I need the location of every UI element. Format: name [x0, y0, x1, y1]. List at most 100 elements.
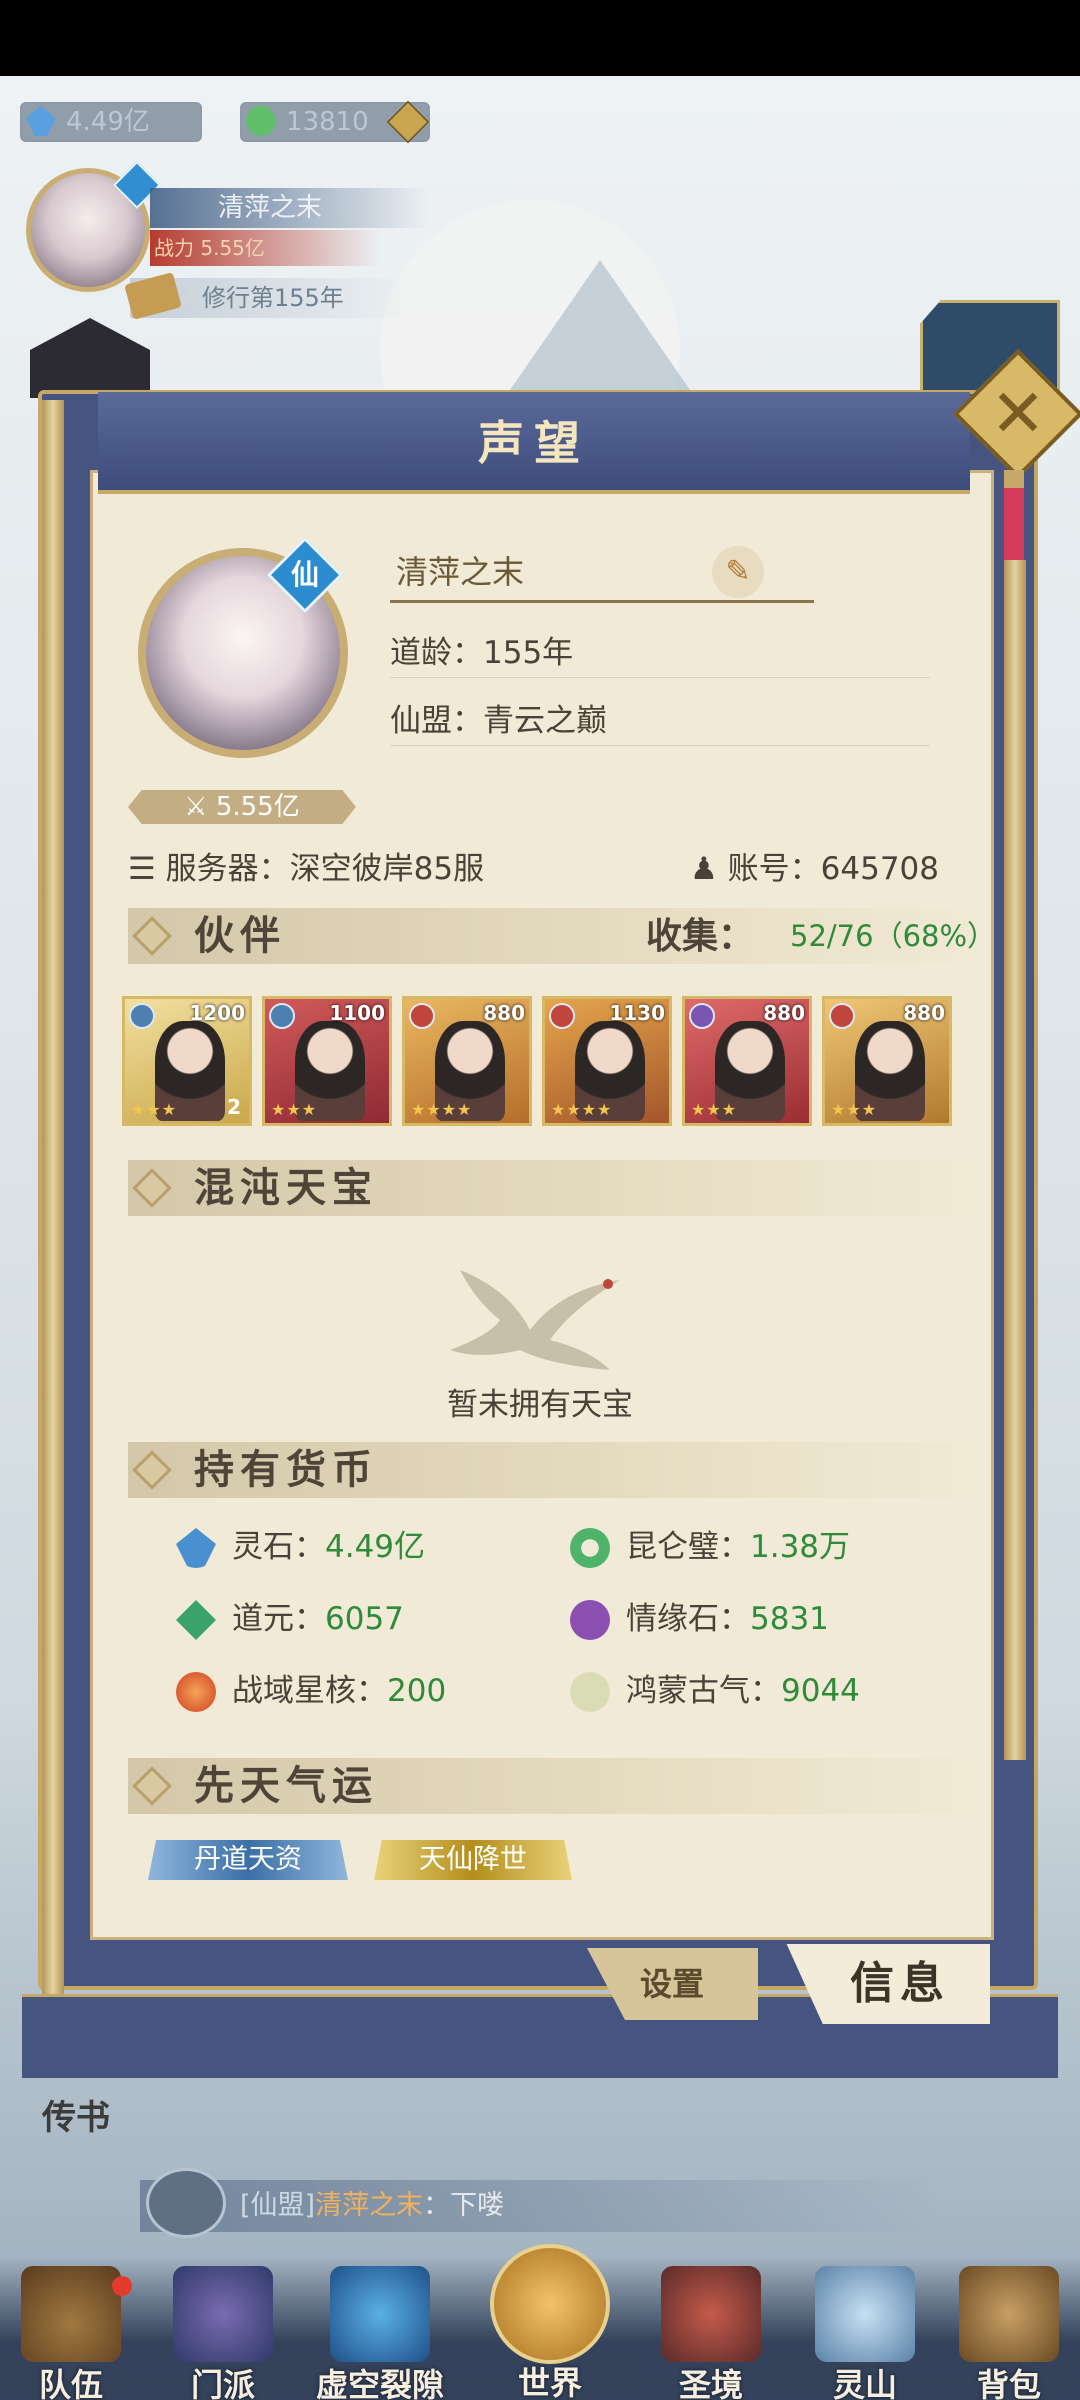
team-icon [21, 2266, 121, 2362]
account-text: 账号：645708 [727, 851, 939, 887]
scroll-rod-right [1004, 560, 1026, 1760]
currency-value: 6057 [325, 1601, 404, 1637]
profile-name: 清萍之末 [396, 553, 525, 591]
partner-card[interactable]: 880 ★★★★ [402, 996, 532, 1126]
section-innate-luck: 先天气运 [128, 1758, 988, 1814]
chat-icon[interactable] [146, 2168, 226, 2238]
currency-spirit-stone: 灵石：4.49亿 [176, 1522, 556, 1572]
partner-level: 880 [483, 1001, 525, 1025]
collect-value: 52/76（68%） [790, 919, 997, 953]
world-icon [490, 2244, 610, 2364]
holy-realm-icon [661, 2266, 761, 2362]
element-icon [549, 1003, 575, 1029]
diamond-icon [132, 1168, 172, 1208]
partner-extra: 2 [227, 1095, 241, 1119]
chat-channel: [仙盟] [240, 2190, 316, 2221]
currency-primal-qi: 鸿蒙古气：9044 [570, 1666, 970, 1716]
scroll-rod-left [42, 400, 64, 2000]
account-icon: ♟ [690, 851, 728, 887]
element-icon [269, 1003, 295, 1029]
dialog-title: 声望 [478, 416, 590, 470]
dao-age: 道龄：155年 [390, 628, 930, 678]
nav-backpack[interactable]: 背包 [944, 2266, 1074, 2400]
partner-stars: ★★★★ [411, 1100, 473, 1119]
currency-value: 9044 [781, 1673, 860, 1709]
no-treasure-text: 暂未拥有天宝 [447, 1387, 633, 1423]
spirit-mountain-icon [815, 2266, 915, 2362]
spirit-stone-icon [26, 106, 56, 136]
partner-level: 880 [903, 1001, 945, 1025]
server-icon: ☰ [128, 851, 166, 887]
partner-level: 880 [763, 1001, 805, 1025]
letter-button[interactable]: 传书 [42, 2090, 122, 2139]
star-core-icon [176, 1672, 216, 1712]
section-title: 伙伴 [194, 912, 286, 959]
nav-spirit-mountain[interactable]: 灵山 [800, 2266, 930, 2400]
currency-kunlun-jade: 昆仑璧：1.38万 [570, 1522, 970, 1572]
nav-label: 灵山 [832, 2366, 897, 2400]
currency-value: 5831 [750, 1601, 829, 1637]
currency-value: 200 [387, 1673, 447, 1709]
power-value: 5.55亿 [200, 236, 265, 260]
jade-value: 13810 [286, 107, 369, 137]
server-text: 服务器：深空彼岸85服 [165, 851, 485, 887]
love-stone-icon [570, 1600, 610, 1640]
nav-team[interactable]: 队伍 [6, 2266, 136, 2400]
element-icon [129, 1003, 155, 1029]
jade-icon [246, 106, 276, 136]
element-icon [829, 1003, 855, 1029]
currency-star-core: 战域星核：200 [176, 1666, 556, 1716]
partner-card[interactable]: 1200 ★★★ 2 [122, 996, 252, 1126]
sect-icon [173, 2266, 273, 2362]
nav-sect[interactable]: 门派 [158, 2266, 288, 2400]
alliance-name: 仙盟：青云之巅 [390, 696, 930, 746]
element-icon [409, 1003, 435, 1029]
player-power: 战力 5.55亿 [150, 230, 380, 266]
nav-label: 背包 [976, 2366, 1041, 2400]
section-title: 混沌天宝 [194, 1164, 378, 1211]
close-icon[interactable]: ✕ [972, 368, 1064, 460]
section-title: 持有货币 [194, 1446, 378, 1493]
section-chaos-treasure: 混沌天宝 [128, 1160, 988, 1216]
currency-value: 4.49亿 [325, 1529, 426, 1565]
power-icon: ⚔ [184, 792, 216, 822]
kunlun-jade-icon [570, 1528, 610, 1568]
nav-void-rift[interactable]: 虚空裂隙 [300, 2266, 460, 2400]
account-info[interactable]: ♟ 账号：645708 [690, 844, 990, 894]
spirit-stone-counter[interactable]: 4.49亿 [20, 102, 202, 142]
partner-card[interactable]: 1130 ★★★★ [542, 996, 672, 1126]
diamond-icon [132, 1450, 172, 1490]
primal-qi-icon [570, 1672, 610, 1712]
nav-holy-realm[interactable]: 圣境 [646, 2266, 776, 2400]
immortal-badge-label: 仙 [290, 558, 319, 591]
partner-card[interactable]: 1100 ★★★ [262, 996, 392, 1126]
diamond-icon [132, 916, 172, 956]
power-badge: ⚔ 5.55亿 [128, 790, 356, 824]
nav-world[interactable]: 世界 [470, 2244, 630, 2400]
partner-level: 1200 [189, 1001, 245, 1025]
chat-preview[interactable]: [仙盟]清萍之末：下喽 [140, 2180, 940, 2232]
dao-essence-icon [176, 1600, 216, 1640]
partner-stars: ★★★ [831, 1100, 878, 1119]
rename-brush-icon[interactable]: ✎ [712, 546, 764, 598]
tassel-ornament [1004, 470, 1024, 560]
partner-stars: ★★★ [131, 1100, 178, 1119]
currency-label: 鸿蒙古气： [626, 1673, 781, 1709]
partner-stars: ★★★★ [551, 1100, 613, 1119]
element-icon [689, 1003, 715, 1029]
partner-card[interactable]: 880 ★★★ [682, 996, 812, 1126]
currency-label: 情缘石： [626, 1601, 750, 1637]
diamond-icon [132, 1766, 172, 1806]
partner-level: 1100 [329, 1001, 385, 1025]
nav-label: 队伍 [38, 2366, 103, 2400]
partner-stars: ★★★ [691, 1100, 738, 1119]
power-badge-value: 5.55亿 [215, 792, 300, 822]
partner-card[interactable]: 880 ★★★ [822, 996, 952, 1126]
luck-tag[interactable]: 丹道天资 [148, 1840, 348, 1880]
section-title: 先天气运 [194, 1762, 378, 1809]
crane-icon [450, 1270, 620, 1370]
spirit-stone-icon [176, 1528, 216, 1568]
currency-label: 道元： [232, 1601, 325, 1637]
player-name: 清萍之末 [150, 188, 430, 228]
luck-tag[interactable]: 天仙降世 [374, 1840, 572, 1880]
